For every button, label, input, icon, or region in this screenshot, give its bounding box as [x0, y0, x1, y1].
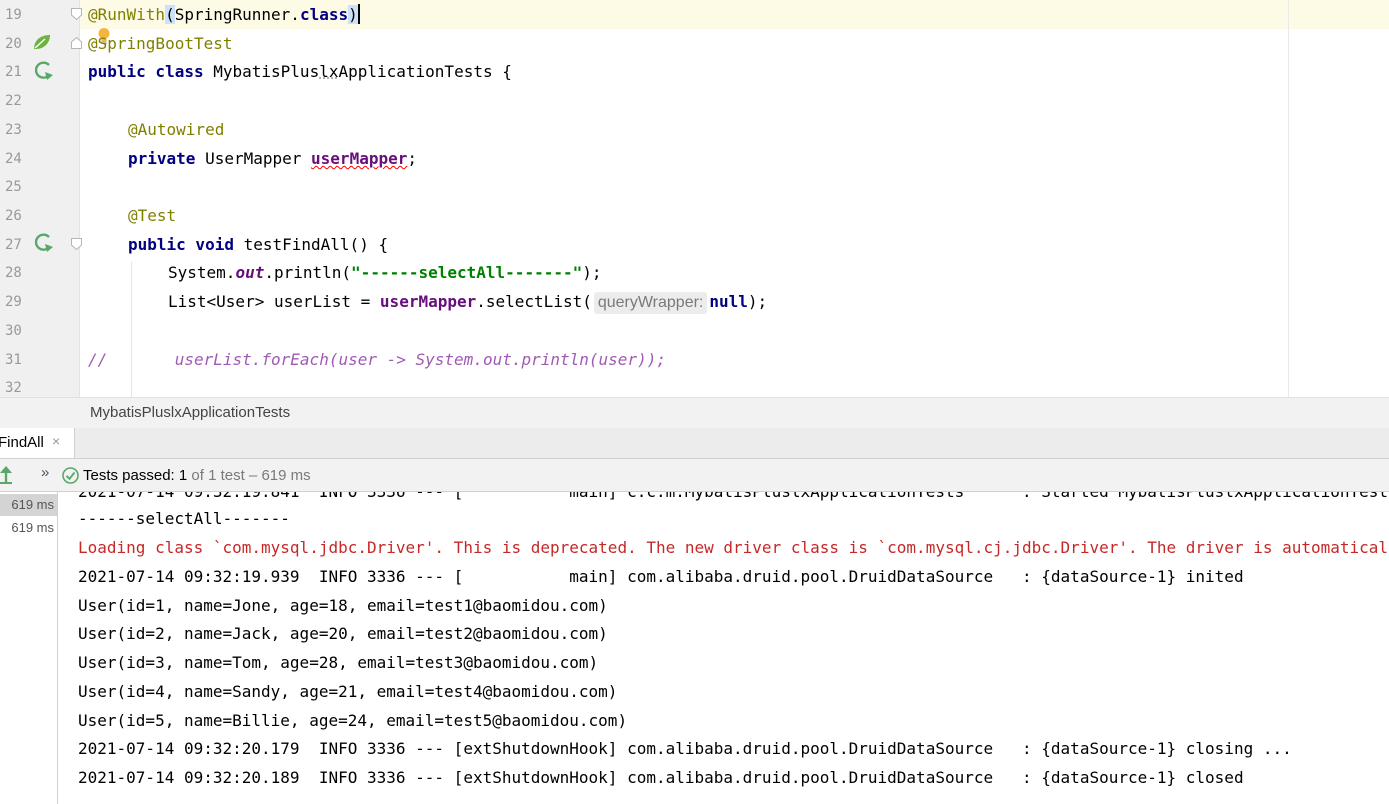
fold-marker-icon[interactable]	[71, 238, 82, 250]
static-field: out	[235, 263, 265, 282]
code-token: );	[747, 292, 768, 311]
tests-passed-text: Tests passed: 1 of 1 test – 619 ms	[83, 467, 311, 484]
keyword-null: null	[709, 292, 748, 311]
line-number: 19	[5, 7, 22, 23]
more-actions-chevron[interactable]: »	[41, 464, 49, 481]
field-usermapper: userMapper	[311, 149, 408, 168]
line-number: 30	[5, 323, 22, 339]
line-number: 31	[5, 352, 22, 368]
line-number: 29	[5, 294, 22, 310]
class-name-part: ApplicationTests {	[338, 62, 512, 81]
type-name: UserMapper	[205, 149, 312, 168]
breadcrumb-class[interactable]: MybatisPluslxApplicationTests	[90, 404, 290, 421]
code-line-29[interactable]: List<User> userList = userMapper.selectL…	[168, 288, 767, 316]
breadcrumb[interactable]: MybatisPluslxApplicationTests	[0, 397, 1389, 429]
keyword: private	[128, 149, 206, 168]
keyword: class	[299, 5, 349, 24]
console-line: 2021-07-14 09:32:19.939 INFO 3336 --- [ …	[78, 567, 1244, 586]
field-usermapper: userMapper	[379, 292, 477, 311]
console-line: User(id=2, name=Jack, age=20, email=test…	[78, 624, 608, 643]
fold-marker-icon[interactable]	[71, 8, 82, 20]
line-number: 24	[5, 151, 22, 167]
code-line-31[interactable]: // userList.forEach(user -> System.out.p…	[88, 346, 666, 374]
annotation-test: @Test	[128, 206, 177, 225]
class-name-part: MybatisPlus	[213, 62, 320, 81]
indent-guide	[131, 262, 132, 397]
line-number: 21	[5, 64, 22, 80]
code-line-20[interactable]: @SpringBootTest	[88, 30, 233, 58]
tab-run-findall[interactable]: FindAll ×	[0, 428, 75, 458]
code-line-26[interactable]: @Test	[128, 202, 176, 230]
code-line-24[interactable]: private UserMapper userMapper;	[128, 145, 417, 173]
annotation-autowired: @Autowired	[128, 120, 225, 139]
line-number: 28	[5, 265, 22, 281]
rerun-icon[interactable]	[0, 465, 12, 485]
code-token: .selectList(	[476, 292, 592, 311]
line-number: 25	[5, 179, 22, 195]
class-name-part: lx	[319, 62, 339, 81]
keyword: public class	[88, 62, 214, 81]
run-test-method-icon[interactable]	[32, 232, 54, 254]
console-line: 2021-07-14 09:32:20.179 INFO 3336 --- [e…	[78, 739, 1292, 758]
string-literal: "------selectAll-------"	[351, 263, 583, 282]
line-number: 27	[5, 237, 22, 253]
tab-label: FindAll	[0, 434, 44, 451]
test-tree-row[interactable]: 619 ms	[0, 494, 57, 516]
method-signature: testFindAll() {	[243, 235, 389, 254]
test-status-bar: » Tests passed: 1 of 1 test – 619 ms	[0, 459, 1389, 492]
run-tab-bar: FindAll ×	[0, 428, 1389, 459]
text-caret	[357, 4, 360, 24]
code-editor[interactable]: 19 20 21 22 23 24 25 26 27 28 29 30 31 3…	[0, 0, 1389, 397]
paren-close: )	[348, 5, 358, 24]
code-line-27[interactable]: public void testFindAll() {	[128, 231, 388, 259]
spring-leaf-icon[interactable]	[32, 33, 52, 51]
console-line: 2021-07-14 09:32:19.841 INFO 3336 --- [ …	[78, 492, 1389, 506]
fold-marker-icon[interactable]	[71, 37, 82, 49]
console-line: User(id=1, name=Jone, age=18, email=test…	[78, 596, 608, 615]
passed-detail: of 1 test – 619 ms	[187, 467, 311, 484]
annotation-springboottest: @SpringBootTest	[88, 34, 233, 53]
test-tree[interactable]: 619 ms 619 ms	[0, 492, 58, 804]
test-passed-icon	[62, 467, 79, 484]
code-token: .println(	[264, 263, 352, 282]
console-error-line: Loading class `com.mysql.jdbc.Driver'. T…	[78, 538, 1389, 557]
annotation-runwith: @RunWith	[88, 5, 166, 24]
right-margin-guide	[1288, 0, 1289, 397]
console-line: User(id=4, name=Sandy, age=21, email=tes…	[78, 682, 618, 701]
line-number: 32	[5, 380, 22, 396]
test-duration: 619 ms	[11, 520, 54, 535]
code-token: SpringRunner.	[174, 5, 300, 24]
code-line-19[interactable]: @RunWith(SpringRunner.class)	[88, 1, 360, 29]
test-duration: 619 ms	[11, 497, 54, 512]
code-token: List<User> userList =	[168, 292, 380, 311]
console-output[interactable]: 2021-07-14 09:32:19.841 INFO 3336 --- [ …	[58, 492, 1389, 804]
console-line: 2021-07-14 09:32:20.189 INFO 3336 --- [e…	[78, 768, 1244, 787]
line-number: 26	[5, 208, 22, 224]
paren-open: (	[165, 5, 175, 24]
line-number: 20	[5, 36, 22, 52]
editor-gutter[interactable]: 19 20 21 22 23 24 25 26 27 28 29 30 31 3…	[0, 0, 82, 397]
code-token: );	[582, 263, 602, 282]
run-test-class-icon[interactable]	[32, 60, 54, 82]
code-token: System.	[168, 263, 236, 282]
passed-count: Tests passed: 1	[83, 467, 188, 484]
semicolon: ;	[407, 149, 417, 168]
test-tree-row[interactable]: 619 ms	[0, 517, 57, 539]
parameter-hint: queryWrapper:	[593, 292, 708, 314]
line-number: 22	[5, 93, 22, 109]
close-tab-icon[interactable]: ×	[52, 433, 60, 449]
console-line: ------selectAll-------	[78, 509, 290, 528]
code-line-23[interactable]: @Autowired	[128, 116, 224, 144]
console-line: User(id=5, name=Billie, age=24, email=te…	[78, 711, 628, 730]
code-line-28[interactable]: System.out.println("------selectAll-----…	[168, 259, 602, 287]
line-number: 23	[5, 122, 22, 138]
code-line-21[interactable]: public class MybatisPluslxApplicationTes…	[88, 58, 512, 86]
keyword: public void	[128, 235, 244, 254]
console-line: User(id=3, name=Tom, age=28, email=test3…	[78, 653, 599, 672]
